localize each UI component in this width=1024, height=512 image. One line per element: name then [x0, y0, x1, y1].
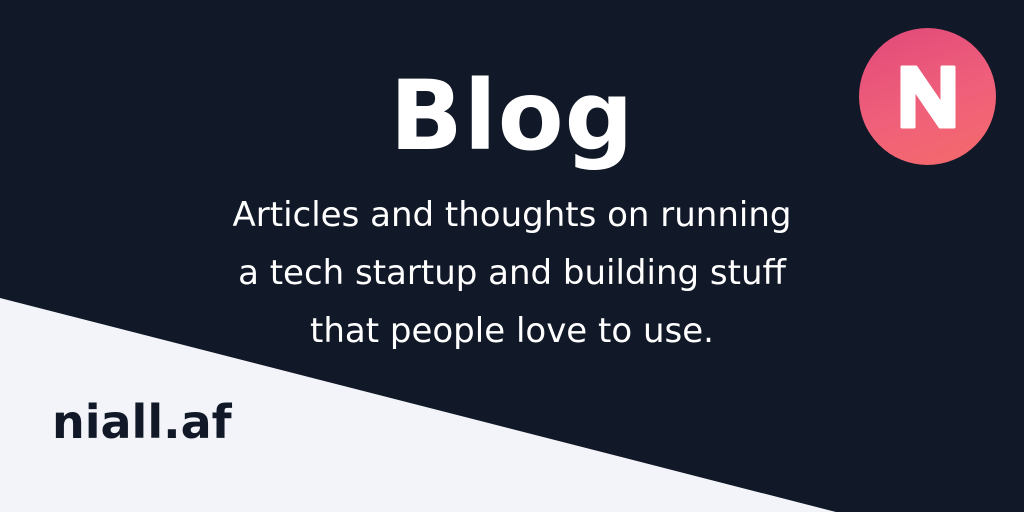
subtitle-line: a tech startup and building stuff: [238, 253, 786, 293]
blog-banner: Blog Articles and thoughts on running a …: [0, 0, 1024, 512]
n-letter-mark: [900, 65, 955, 128]
n-logo-icon: [859, 28, 996, 165]
subtitle-line: that people love to use.: [310, 311, 714, 351]
site-name: niall.af: [52, 395, 232, 449]
page-subtitle: Articles and thoughts on running a tech …: [170, 186, 854, 360]
subtitle-line: Articles and thoughts on running: [232, 195, 792, 235]
